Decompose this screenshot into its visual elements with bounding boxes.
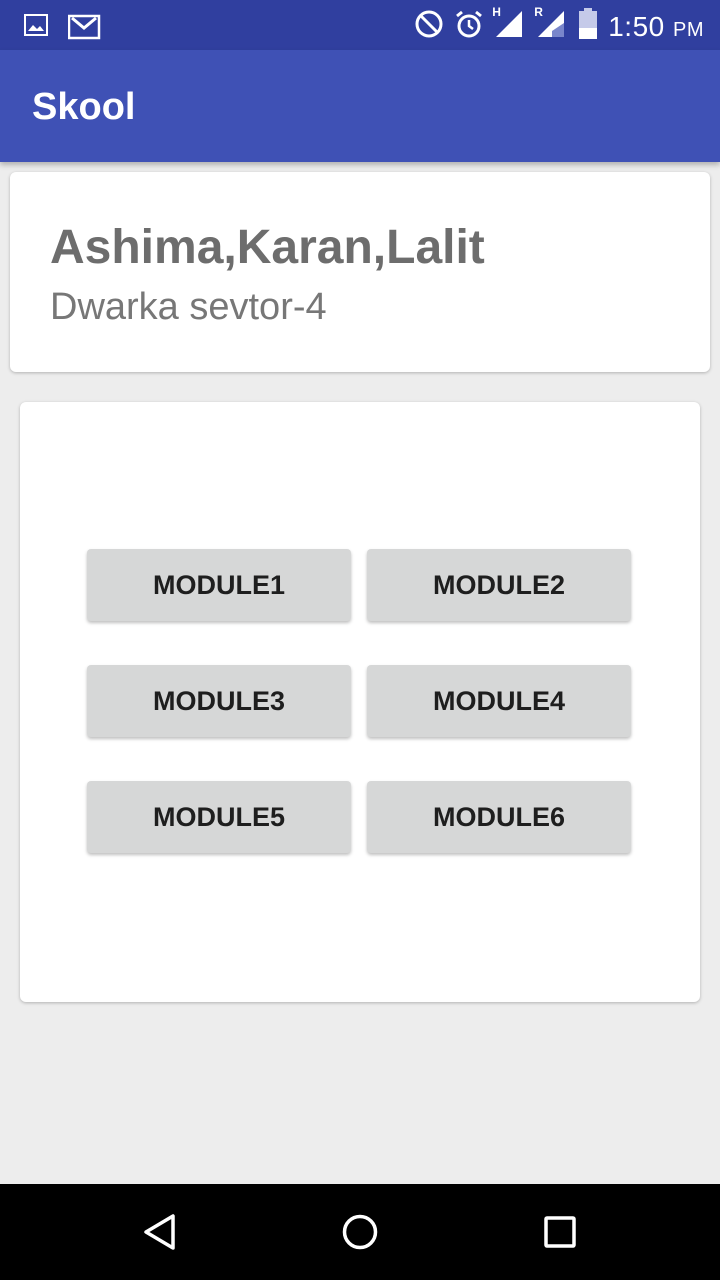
navigation-bar bbox=[0, 1184, 720, 1280]
module3-button[interactable]: MODULE3 bbox=[87, 665, 351, 737]
recents-icon[interactable] bbox=[536, 1208, 584, 1256]
home-icon[interactable] bbox=[336, 1208, 384, 1256]
student-names: Ashima,Karan,Lalit bbox=[50, 221, 485, 274]
app-bar: Skool bbox=[0, 50, 720, 162]
module6-button[interactable]: MODULE6 bbox=[367, 781, 631, 853]
gmail-icon bbox=[67, 10, 102, 45]
status-bar: H R 1:50 PM bbox=[0, 0, 720, 50]
module2-button[interactable]: MODULE2 bbox=[367, 549, 631, 621]
module1-button[interactable]: MODULE1 bbox=[87, 549, 351, 621]
info-card: Ashima,Karan,Lalit Dwarka sevtor-4 bbox=[10, 172, 710, 372]
address-text: Dwarka sevtor-4 bbox=[50, 286, 327, 328]
do-not-disturb-icon bbox=[414, 9, 444, 44]
alarm-icon bbox=[454, 9, 484, 44]
battery-icon bbox=[578, 8, 598, 45]
modules-card: MODULE1 MODULE2 MODULE3 MODULE4 MODULE5 … bbox=[20, 402, 700, 1002]
module5-button[interactable]: MODULE5 bbox=[87, 781, 351, 853]
signal-h-icon: H bbox=[492, 5, 526, 44]
app-title: Skool bbox=[32, 86, 136, 128]
gallery-icon bbox=[24, 13, 48, 42]
module4-button[interactable]: MODULE4 bbox=[367, 665, 631, 737]
signal-r-icon: R bbox=[534, 5, 568, 44]
back-icon[interactable] bbox=[136, 1208, 184, 1256]
status-time: 1:50 PM bbox=[608, 10, 704, 42]
